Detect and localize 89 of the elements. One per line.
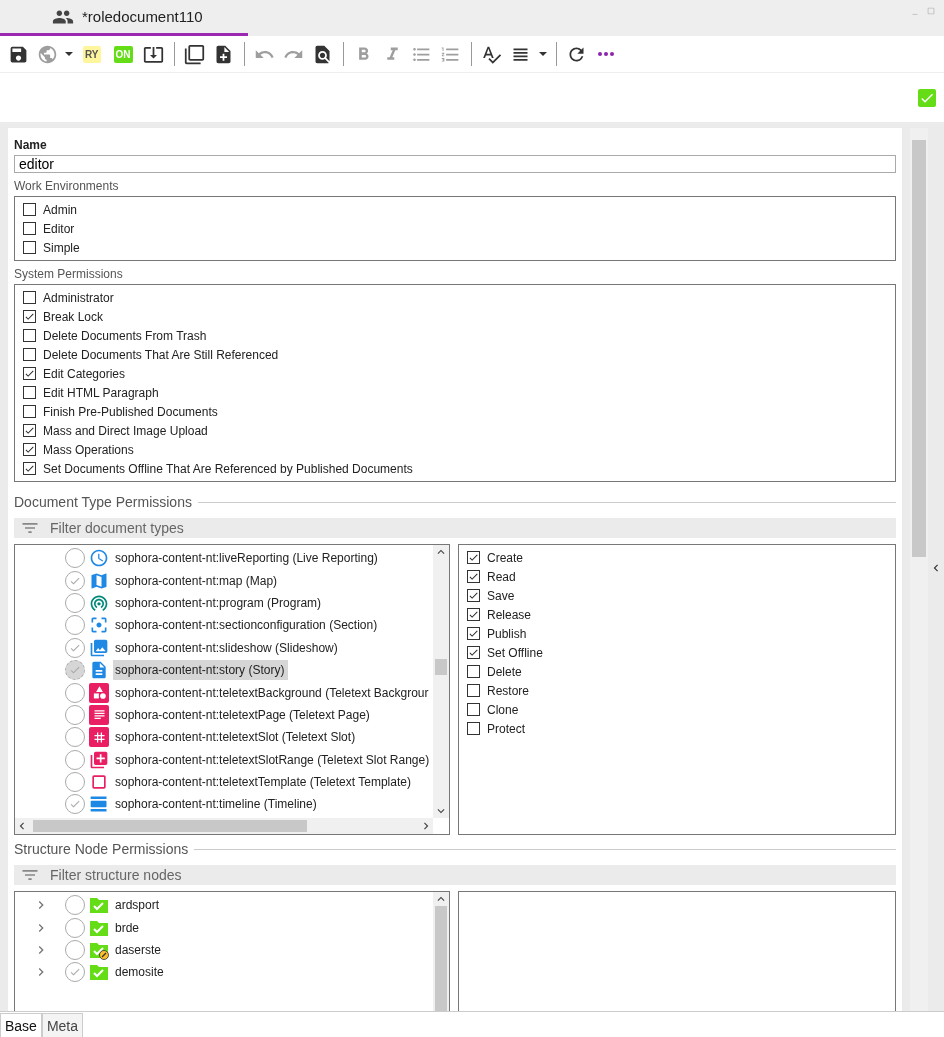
horizontal-scrollbar[interactable]: [15, 818, 433, 834]
checkbox[interactable]: [467, 703, 480, 716]
checkbox-label: Finish Pre-Published Documents: [43, 404, 218, 419]
checkbox-label: Set Offline: [487, 645, 543, 660]
scroll-thumb[interactable]: [33, 820, 307, 832]
field-label: Name: [14, 138, 48, 152]
field-label: Work Environments: [14, 179, 120, 193]
tree-item[interactable]: sophora-content-nt:teletextSlotRange (Teletext Slot Range): [113, 749, 433, 770]
scrollbar[interactable]: [910, 128, 928, 1011]
checkbox[interactable]: [23, 203, 36, 216]
checkbox-label: Restore: [487, 683, 530, 698]
tree-item[interactable]: sophora-content-nt:story (Story): [113, 660, 289, 681]
checkbox-label: Save: [487, 588, 515, 603]
tree-item[interactable]: brde: [113, 917, 144, 938]
tree-item[interactable]: sophora-content-nt:sectionconfiguration (Section): [113, 615, 382, 636]
dropdown-icon: [538, 52, 547, 56]
filter-field[interactable]: Filter document types: [14, 518, 896, 538]
checkbox-label: Mass and Direct Image Upload: [43, 423, 208, 438]
more-icon: [597, 52, 614, 56]
checkbox-label: Administrator: [43, 290, 114, 305]
checkbox-label: Publish: [487, 626, 527, 641]
tree-item[interactable]: sophora-content-nt:liveReporting (Live Reporting): [113, 548, 382, 569]
tree-item[interactable]: sophora-content-nt:timeline (Timeline): [113, 794, 321, 815]
filter-placeholder: Filter structure nodes: [50, 867, 182, 883]
checkbox[interactable]: [467, 665, 480, 678]
check-circle[interactable]: [65, 660, 85, 681]
checkbox-label: Delete: [487, 664, 522, 679]
tree-item[interactable]: ardsport: [113, 895, 164, 916]
bottom-tab[interactable]: Base: [0, 1013, 42, 1037]
checkbox-label: Editor: [43, 221, 75, 236]
tree-item[interactable]: sophora-content-nt:teletextPage (Teletext Page): [113, 704, 374, 725]
tree-item[interactable]: sophora-content-nt:program (Program): [113, 592, 326, 613]
bottom-tab[interactable]: Meta: [41, 1013, 84, 1037]
checkbox[interactable]: [23, 222, 36, 235]
checkbox[interactable]: [467, 627, 480, 640]
checkbox[interactable]: [467, 551, 480, 564]
checkbox[interactable]: [467, 646, 480, 659]
field-label: System Permissions: [14, 267, 124, 281]
section-title: Structure Node Permissions: [14, 841, 189, 857]
checkbox[interactable]: [23, 348, 36, 361]
tree-item[interactable]: sophora-content-nt:map (Map): [113, 570, 282, 591]
checkbox[interactable]: [23, 462, 36, 475]
checkbox-label: Protect: [487, 721, 525, 736]
checkbox[interactable]: [23, 405, 36, 418]
checkbox[interactable]: [467, 608, 480, 621]
checkbox-label: Clone: [487, 702, 519, 717]
tree-item[interactable]: sophora-content-nt:teletextSlot (Teletext Slot): [113, 727, 360, 748]
scroll-thumb[interactable]: [435, 659, 447, 675]
checkbox[interactable]: [467, 570, 480, 583]
checkbox[interactable]: [23, 329, 36, 342]
checkbox[interactable]: [23, 424, 36, 437]
checkbox[interactable]: [23, 386, 36, 399]
name-field[interactable]: editor: [14, 155, 896, 173]
tree-item[interactable]: demosite: [113, 962, 168, 983]
tree-item[interactable]: daserste: [113, 939, 166, 960]
checkbox-label: Mass Operations: [43, 442, 134, 457]
checkbox[interactable]: [23, 291, 36, 304]
checkbox-label: Delete Documents That Are Still Referenced: [43, 347, 279, 362]
checkbox-label: Delete Documents From Trash: [43, 328, 207, 343]
checkbox[interactable]: [23, 241, 36, 254]
tree-item[interactable]: sophora-content-nt:teletextTemplate (Teletext Template): [113, 772, 415, 793]
copy-icon: [184, 43, 206, 65]
checkbox-label: Release: [487, 607, 532, 622]
tree-item[interactable]: sophora-content-nt:teletextBackground (Teletext Backgrour: [113, 682, 433, 703]
section-title: Document Type Permissions: [14, 494, 192, 510]
checkbox[interactable]: [467, 684, 480, 697]
checkbox[interactable]: [23, 443, 36, 456]
checkbox-label: Set Documents Offline That Are Referenced by Published Documents: [43, 461, 413, 476]
checkbox[interactable]: [23, 310, 36, 323]
copy-button[interactable]: [182, 42, 207, 66]
checkbox[interactable]: [467, 589, 480, 602]
checkbox-label: Create: [487, 550, 524, 565]
checkbox-label: Admin: [43, 202, 77, 217]
filter-field[interactable]: Filter structure nodes: [14, 865, 896, 885]
status-badge[interactable]: RY: [83, 45, 101, 63]
dropdown-icon: [65, 52, 73, 56]
checkbox-label: Simple: [43, 240, 80, 255]
checkbox-label: Read: [487, 569, 516, 584]
checkbox[interactable]: [467, 722, 480, 735]
checkbox[interactable]: [23, 367, 36, 380]
checkbox-label: Break Lock: [43, 309, 104, 324]
filter-placeholder: Filter document types: [50, 520, 184, 536]
scrollbar[interactable]: [433, 545, 449, 818]
tab-title: *roledocument110: [82, 8, 203, 25]
checkbox-label: Edit HTML Paragraph: [43, 385, 159, 400]
checkbox-label: Edit Categories: [43, 366, 126, 381]
scroll-thumb[interactable]: [912, 140, 926, 557]
tree-item[interactable]: sophora-content-nt:slideshow (Slideshow): [113, 637, 342, 658]
globe-icon: [36, 43, 58, 65]
